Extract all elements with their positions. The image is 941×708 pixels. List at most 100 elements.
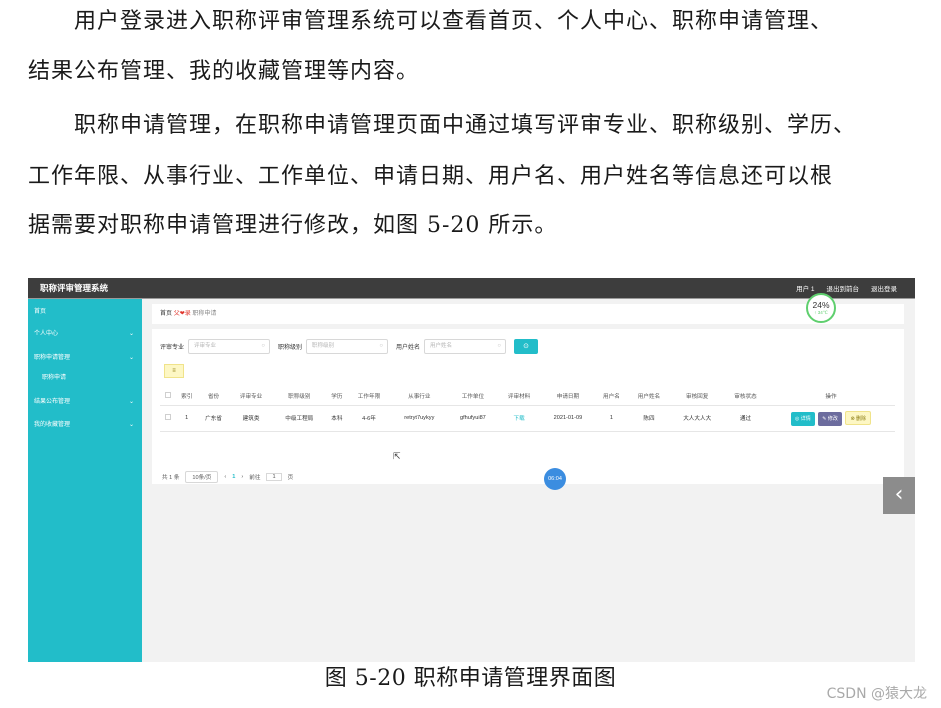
gauge-sub: ↑ 34℃: [814, 310, 828, 315]
chevron-down-icon: ⌄: [128, 331, 134, 337]
paragraph-line: 职称申请管理，在职称申请管理页面中通过填写评审专业、职称级别、学历、: [74, 113, 857, 138]
download-link[interactable]: 下载: [497, 405, 541, 432]
breadcrumb-current: 职称申请: [192, 311, 217, 317]
add-button[interactable]: ≡: [164, 364, 184, 378]
table-header: 省份: [197, 388, 230, 406]
breadcrumb-home[interactable]: 首页: [160, 311, 172, 317]
sidebar-item-home[interactable]: 首页: [34, 306, 134, 318]
checkbox[interactable]: [165, 414, 171, 420]
cell-date: 2021-01-09: [540, 405, 596, 432]
main-area: 首页 父❤录 职称申请 24% ↑ 34℃ 评审专业 评审专业 ○ 职称级别 职称…: [142, 293, 915, 662]
to-front-link[interactable]: 退出到前台: [827, 283, 860, 293]
table-header: 操作: [767, 388, 895, 406]
mouse-cursor-icon: ⇱: [393, 451, 401, 461]
table-header: 申请日期: [540, 388, 596, 406]
watermark: CSDN @猿大龙: [826, 686, 927, 702]
cell-major: 建筑类: [229, 405, 273, 432]
chevron-down-icon: ⌄: [128, 355, 134, 361]
app-topbar: 职称评审管理系统 用户 1 退出到前台 退出登录: [28, 278, 915, 298]
table-header: 工作年限: [347, 388, 391, 406]
table-header: 审核回复: [670, 388, 724, 406]
paragraph-line: 用户登录进入职称评审管理系统可以查看首页、个人中心、职称申请管理、: [74, 9, 834, 34]
sidebar-item-application-mgmt[interactable]: 职称申请管理 ⌄: [34, 352, 134, 364]
chevron-left-icon[interactable]: ‹: [883, 477, 915, 514]
table-header-row: 索引 省份 评审专业 职称级别 学历 工作年限 从事行业 工作单位 评审材料 申…: [160, 388, 895, 406]
gauge-value: 24%: [812, 300, 830, 310]
goto-input[interactable]: 1: [266, 473, 282, 481]
delete-button[interactable]: ⊗ 删除: [845, 410, 872, 425]
sidebar: 首页 个人中心 ⌄ 职称申请管理 ⌄ 职称申请 结果公布管理 ⌄ 我的收藏管理 ⌄: [28, 299, 142, 662]
cell-index: 1: [176, 405, 198, 432]
logout-link[interactable]: 退出登录: [871, 283, 897, 293]
major-input[interactable]: 评审专业 ○: [188, 339, 271, 354]
table-header: 从事行业: [390, 388, 449, 406]
chevron-down-icon: ⌄: [128, 422, 134, 428]
cell-years: 4-6年: [347, 405, 391, 432]
app-title: 职称评审管理系统: [40, 283, 109, 293]
figure-caption: 图 5-20 职称申请管理界面图: [324, 666, 617, 691]
cell-unit: gfhufyui87: [448, 405, 498, 432]
table-header: 索引: [176, 388, 198, 406]
table-header: 职称级别: [272, 388, 327, 406]
cell-ops: ◎ 详情 ✎ 修改 ⊗ 删除: [767, 405, 895, 432]
sidebar-item-results[interactable]: 结果公布管理 ⌄: [34, 396, 134, 408]
paragraph-line: 据需要对职称申请管理进行修改，如图 5-20 所示。: [28, 213, 558, 238]
filter-label: 职称级别: [278, 345, 303, 351]
search-icon: ○: [497, 343, 502, 349]
table-header: 用户姓名: [627, 388, 671, 406]
table-row: 1 广东省 建筑类 中级工程局 本科 4-6年 retryt7uykyy gfh…: [160, 405, 895, 432]
pagination: 共 1 条 10条/页 ‹ 1 › 前往 1 页: [162, 471, 293, 483]
search-icon: ○: [379, 343, 384, 349]
select-all-header[interactable]: [160, 388, 176, 406]
table-header: 审核状态: [723, 388, 767, 406]
management-paragraph: 职称申请管理，在职称申请管理页面中通过填写评审专业、职称级别、学历、 工作年限、…: [28, 104, 918, 248]
filter-label: 用户姓名: [396, 345, 421, 351]
edit-button[interactable]: ✎ 修改: [818, 411, 842, 426]
chevron-down-icon: ⌄: [128, 399, 134, 405]
timer-badge: 06:04: [544, 468, 566, 490]
user-link[interactable]: 用户 1: [796, 283, 814, 293]
intro-paragraph: 用户登录进入职称评审管理系统可以查看首页、个人中心、职称申请管理、 结果公布管理…: [28, 0, 918, 94]
table-header: 学历: [326, 388, 348, 406]
sidebar-item-personal[interactable]: 个人中心 ⌄: [34, 328, 134, 340]
cell-name: 陈四: [627, 405, 671, 432]
screenshot-figure: 职称评审管理系统 用户 1 退出到前台 退出登录 首页 个人中心 ⌄ 职称申请管理…: [28, 278, 915, 662]
search-button[interactable]: ⊙: [514, 339, 539, 354]
table-header: 评审材料: [497, 388, 541, 406]
table-header: 评审专业: [229, 388, 273, 406]
table-header: 工作单位: [448, 388, 498, 406]
breadcrumb-mark: 父❤录: [173, 311, 191, 317]
sidebar-item-favorites[interactable]: 我的收藏管理 ⌄: [34, 419, 134, 431]
sidebar-item-application[interactable]: 职称申请: [42, 372, 134, 384]
filter-label: 评审专业: [160, 345, 185, 351]
application-table: 索引 省份 评审专业 职称级别 学历 工作年限 从事行业 工作单位 评审材料 申…: [160, 388, 895, 432]
search-icon: ○: [261, 343, 266, 349]
row-select[interactable]: [160, 405, 176, 432]
cell-status: 通过: [723, 405, 767, 432]
content-panel: 评审专业 评审专业 ○ 职称级别 职称级别 ○ 用户姓名 用户姓名 ○ ⊙ ≡ 索引 …: [152, 329, 904, 484]
cpu-gauge: 24% ↑ 34℃: [806, 293, 836, 323]
cell-industry: retryt7uykyy: [390, 405, 449, 432]
filter-bar: 评审专业 评审专业 ○ 职称级别 职称级别 ○ 用户姓名 用户姓名 ○ ⊙: [160, 339, 539, 354]
cell-level: 中级工程局: [272, 405, 327, 432]
goto-label: 前往: [249, 475, 261, 481]
page-size-select[interactable]: 10条/页: [185, 471, 219, 483]
table-header: 用户名: [595, 388, 628, 406]
name-input[interactable]: 用户姓名 ○: [424, 339, 507, 354]
cell-reply: 大人大人大: [670, 405, 724, 432]
topbar-links: 用户 1 退出到前台 退出登录: [796, 283, 897, 293]
paragraph-line: 工作年限、从事行业、工作单位、申请日期、用户名、用户姓名等信息还可以根: [28, 164, 834, 189]
page-number[interactable]: 1: [232, 474, 235, 480]
paragraph-line: 结果公布管理、我的收藏管理等内容。: [28, 59, 420, 84]
detail-button[interactable]: ◎ 详情: [790, 411, 815, 426]
cell-username: 1: [595, 405, 628, 432]
total-count: 共 1 条: [162, 475, 180, 481]
checkbox[interactable]: [165, 392, 171, 399]
level-input[interactable]: 职称级别 ○: [306, 339, 389, 354]
breadcrumb: 首页 父❤录 职称申请: [152, 304, 904, 324]
page-unit: 页: [287, 475, 294, 481]
cell-education: 本科: [326, 405, 348, 432]
cell-province: 广东省: [197, 405, 230, 432]
prev-page-button[interactable]: ‹: [224, 474, 226, 480]
next-page-button[interactable]: ›: [241, 474, 243, 480]
